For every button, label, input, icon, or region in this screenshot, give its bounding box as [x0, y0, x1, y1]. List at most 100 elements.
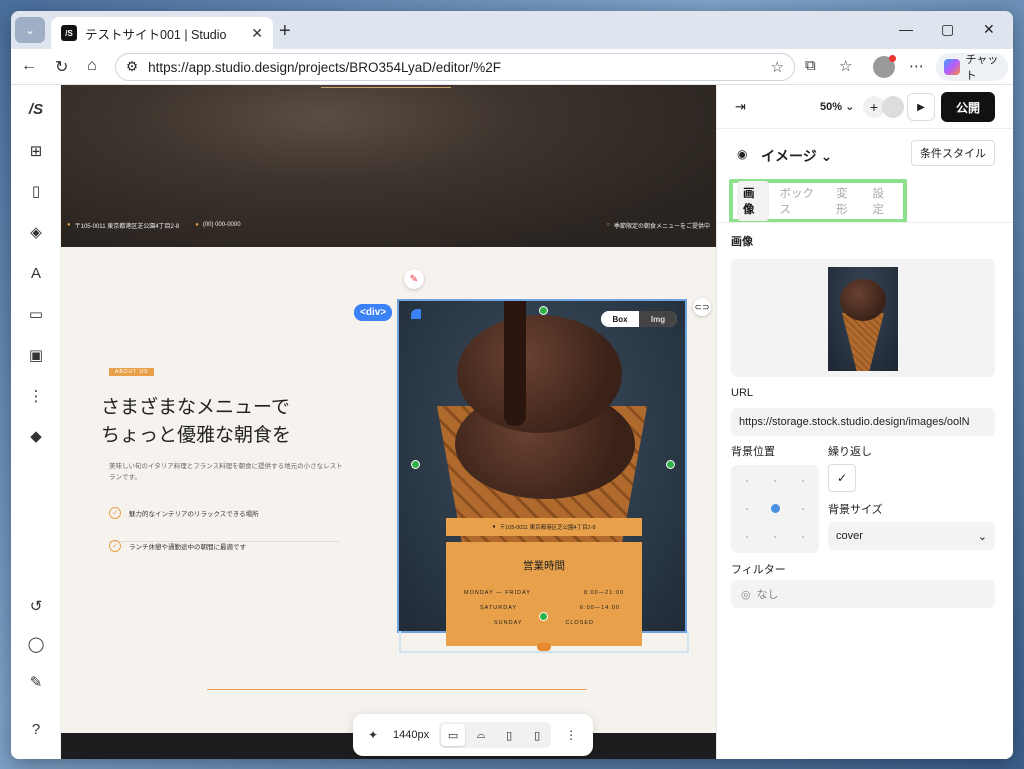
pages-icon[interactable]: ▯: [26, 181, 46, 201]
add-image-icon[interactable]: ▣: [26, 345, 46, 365]
feature-item: ✓ ランチ休憩や通勤途中の朝間に最適です: [109, 540, 246, 552]
divider: [717, 222, 1013, 223]
publish-button[interactable]: 公開: [941, 92, 995, 122]
tablet-icon[interactable]: ▯: [497, 724, 521, 746]
url-field[interactable]: ⚙ https://app.studio.design/projects/BRO…: [115, 53, 795, 81]
favorites-icon[interactable]: ☆: [839, 57, 852, 75]
history-icon[interactable]: ↺: [26, 596, 46, 616]
phone-icon: ●: [195, 222, 199, 228]
copilot-chat-button[interactable]: チャット: [936, 53, 1008, 82]
filter-label: フィルター: [731, 564, 786, 576]
position-dot[interactable]: [746, 536, 748, 538]
more-options-icon[interactable]: ⋮: [561, 725, 581, 745]
extensions-icon[interactable]: ⧉: [805, 57, 816, 74]
bg-position-picker[interactable]: [731, 465, 819, 553]
hours-time: 8:00—21:00: [584, 590, 624, 596]
position-dot[interactable]: [746, 508, 748, 510]
image-url-field[interactable]: https://storage.stock.studio.design/imag…: [731, 408, 995, 436]
box-img-toggle[interactable]: Box Img: [601, 311, 677, 327]
browser-tab[interactable]: /S テストサイト001 | Studio ✕: [51, 17, 273, 49]
position-dot[interactable]: [746, 480, 748, 482]
pen-icon[interactable]: ✎: [26, 672, 46, 692]
add-element-icon[interactable]: ⊞: [26, 141, 46, 161]
visibility-eye-icon[interactable]: ◉: [737, 147, 747, 161]
resize-handle-bottom[interactable]: [539, 612, 548, 621]
more-menu-icon[interactable]: ⋯: [909, 57, 924, 75]
position-dot[interactable]: [802, 480, 804, 482]
position-dot[interactable]: [774, 536, 776, 538]
window-close-icon[interactable]: ✕: [983, 21, 995, 38]
position-dot-selected[interactable]: [771, 504, 780, 513]
comments-icon[interactable]: ◯: [26, 634, 46, 654]
edit-pen-icon[interactable]: ✎: [404, 269, 424, 289]
reload-icon[interactable]: ↻: [55, 57, 68, 77]
condition-style-button[interactable]: 条件スタイル: [911, 140, 995, 166]
collapse-panel-icon[interactable]: ⇥: [735, 99, 746, 115]
resize-handle-top[interactable]: [539, 306, 548, 315]
laptop-icon[interactable]: ⌓: [469, 724, 493, 746]
location-pin-icon: ●: [67, 222, 71, 228]
favorite-star-icon[interactable]: ☆: [771, 58, 784, 76]
bg-size-label: 背景サイズ: [828, 504, 883, 516]
viewport-width[interactable]: 1440px: [393, 729, 429, 741]
components-icon[interactable]: ◆: [26, 426, 46, 446]
check-icon: ✓: [109, 540, 121, 552]
corner-radius-handle[interactable]: [411, 309, 421, 319]
toggle-box[interactable]: Box: [601, 311, 639, 327]
repeat-checkbox[interactable]: ✓: [828, 464, 856, 492]
copilot-icon: [944, 59, 960, 75]
cms-icon[interactable]: ⋮: [26, 386, 46, 406]
mobile-icon[interactable]: ▯: [525, 724, 549, 746]
check-icon: ✓: [109, 507, 121, 519]
zoom-level[interactable]: 50% ⌄: [820, 100, 854, 113]
layers-icon[interactable]: ◈: [26, 222, 46, 242]
filter-field[interactable]: ◎ なし: [731, 580, 995, 608]
left-toolbar: /S ⊞ ▯ ◈ A ▭ ▣ ⋮ ◆ ↺ ◯ ✎ ?: [11, 85, 61, 759]
tab-settings[interactable]: 設定: [867, 181, 899, 221]
tab-box[interactable]: ボックス: [773, 181, 826, 221]
position-dot[interactable]: [802, 508, 804, 510]
position-dot[interactable]: [802, 536, 804, 538]
resize-handle-right[interactable]: [666, 460, 675, 469]
minimize-icon[interactable]: —: [899, 21, 913, 37]
maximize-icon[interactable]: ▢: [941, 21, 954, 38]
panel-header: ⇥ 50% ⌄ + ▶ 公開: [717, 85, 1013, 129]
fonts-icon[interactable]: A: [26, 263, 46, 283]
hero-frame-line: [321, 85, 451, 88]
help-icon[interactable]: ?: [26, 719, 46, 739]
feature-text: ランチ休憩や通勤途中の朝間に最適です: [129, 544, 246, 551]
element-type-dropdown[interactable]: イメージ ⌄: [761, 146, 832, 166]
sparkle-icon[interactable]: ✦: [363, 725, 383, 745]
resize-handle-left[interactable]: [411, 460, 420, 469]
bottom-toolbar: ✦ 1440px ▭ ⌓ ▯ ▯ ⋮: [353, 714, 593, 756]
chocolate-drip: [504, 301, 526, 426]
tab-actions-button[interactable]: ⌄: [15, 17, 45, 43]
toggle-img[interactable]: Img: [639, 311, 677, 327]
desktop-icon[interactable]: ▭: [441, 724, 466, 746]
design-canvas[interactable]: ● 〒105-0011 東京都港区芝公園4丁目2-8 ● (00) 000-00…: [61, 85, 716, 759]
image-preview-box[interactable]: [731, 259, 995, 377]
location-pin-icon: ●: [492, 524, 496, 530]
folder-icon[interactable]: ▭: [26, 304, 46, 324]
padding-handle[interactable]: [537, 643, 551, 651]
hero-section[interactable]: ● 〒105-0011 東京都港区芝公園4丁目2-8 ● (00) 000-00…: [61, 85, 716, 247]
link-icon[interactable]: ⊂⊃: [693, 298, 711, 316]
position-dot[interactable]: [774, 480, 776, 482]
property-tabs: 画像 ボックス 変形 設定: [729, 179, 907, 223]
collaborator-avatar[interactable]: [882, 96, 904, 118]
close-tab-icon[interactable]: ✕: [251, 25, 263, 42]
div-tag[interactable]: <div>: [354, 304, 393, 321]
studio-logo-icon[interactable]: /S: [26, 99, 46, 119]
bg-position-label: 背景位置: [731, 446, 775, 458]
tab-transform[interactable]: 変形: [830, 181, 862, 221]
address-bar: ← ↻ ⌂ ⚙ https://app.studio.design/projec…: [11, 49, 1013, 85]
element-name: イメージ: [761, 148, 817, 164]
home-icon[interactable]: ⌂: [87, 57, 97, 75]
bg-size-select[interactable]: cover ⌄: [828, 522, 995, 550]
tab-image[interactable]: 画像: [737, 181, 770, 221]
back-icon[interactable]: ←: [21, 57, 37, 75]
new-tab-icon[interactable]: +: [279, 20, 291, 43]
site-info-icon[interactable]: ⚙: [126, 59, 138, 75]
device-switcher: ▭ ⌓ ▯ ▯: [439, 722, 552, 748]
preview-play-icon[interactable]: ▶: [907, 93, 935, 121]
